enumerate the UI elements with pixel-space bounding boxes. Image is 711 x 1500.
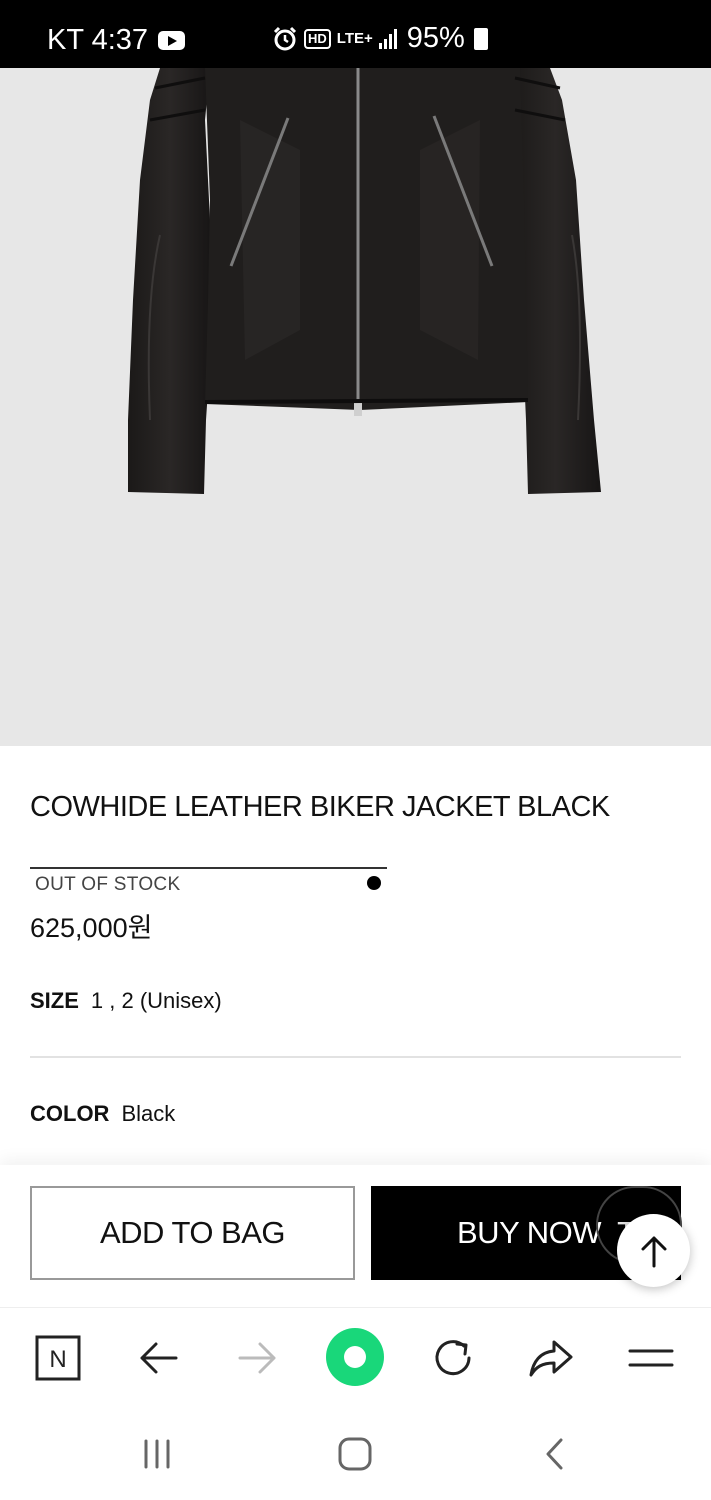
share-icon xyxy=(529,1340,573,1377)
product-title: COWHIDE LEATHER BIKER JACKET BLACK xyxy=(30,791,610,823)
add-to-bag-button[interactable]: ADD TO BAG xyxy=(30,1186,355,1280)
size-label: SIZE xyxy=(30,988,79,1013)
stock-divider xyxy=(30,867,387,869)
size-row: SIZE 1 , 2 (Unisex) xyxy=(30,988,222,1014)
lte-icon: LTE+ xyxy=(336,30,373,47)
svg-text:N: N xyxy=(49,1346,66,1373)
size-value: 1 , 2 (Unisex) xyxy=(90,988,222,1013)
green-dot-icon xyxy=(326,1328,384,1386)
system-back-button[interactable] xyxy=(530,1429,580,1479)
home-button[interactable] xyxy=(330,1429,380,1479)
system-nav-bar xyxy=(0,1405,711,1500)
carrier-time: KT 4:37 xyxy=(47,24,149,56)
stock-status: OUT OF STOCK xyxy=(35,874,181,895)
buy-now-label: BUY NOW xyxy=(457,1215,602,1250)
naver-icon: N xyxy=(35,1335,81,1381)
color-label: COLOR xyxy=(30,1101,110,1126)
status-bar: KT 4:37 HD LTE+ 95% xyxy=(0,0,711,68)
arrow-up-icon xyxy=(641,1236,666,1267)
green-action-button[interactable] xyxy=(325,1327,385,1387)
product-image[interactable] xyxy=(0,68,711,746)
info-divider xyxy=(30,1056,681,1058)
browser-toolbar: N xyxy=(0,1307,711,1405)
product-price: 625,000원 xyxy=(30,913,153,943)
color-value: Black xyxy=(121,1101,176,1126)
scroll-to-top-button[interactable] xyxy=(617,1214,690,1287)
recents-icon xyxy=(144,1439,170,1469)
share-button[interactable] xyxy=(523,1330,579,1386)
color-row: COLOR Black xyxy=(30,1101,175,1127)
forward-arrow-icon xyxy=(238,1342,276,1374)
status-icons: HD LTE+ 95% xyxy=(272,22,488,55)
back-chevron-icon xyxy=(546,1438,563,1470)
alarm-icon xyxy=(272,26,298,52)
battery-icon xyxy=(473,27,488,50)
jacket-image xyxy=(128,68,601,494)
signal-icon xyxy=(378,28,397,49)
menu-icon xyxy=(628,1349,674,1367)
hd-icon: HD xyxy=(304,28,331,49)
battery-percent: 95% xyxy=(406,22,465,54)
naver-home-button[interactable]: N xyxy=(30,1330,86,1386)
back-arrow-icon xyxy=(140,1342,178,1374)
recents-button[interactable] xyxy=(132,1429,182,1479)
browser-forward-button[interactable] xyxy=(229,1330,285,1386)
color-swatch[interactable] xyxy=(367,876,381,890)
status-left: KT 4:37 xyxy=(47,24,186,57)
browser-back-button[interactable] xyxy=(131,1330,187,1386)
youtube-icon xyxy=(158,31,186,50)
reload-icon xyxy=(435,1340,471,1376)
home-icon xyxy=(338,1437,372,1471)
reload-button[interactable] xyxy=(425,1330,481,1386)
menu-button[interactable] xyxy=(623,1330,679,1386)
